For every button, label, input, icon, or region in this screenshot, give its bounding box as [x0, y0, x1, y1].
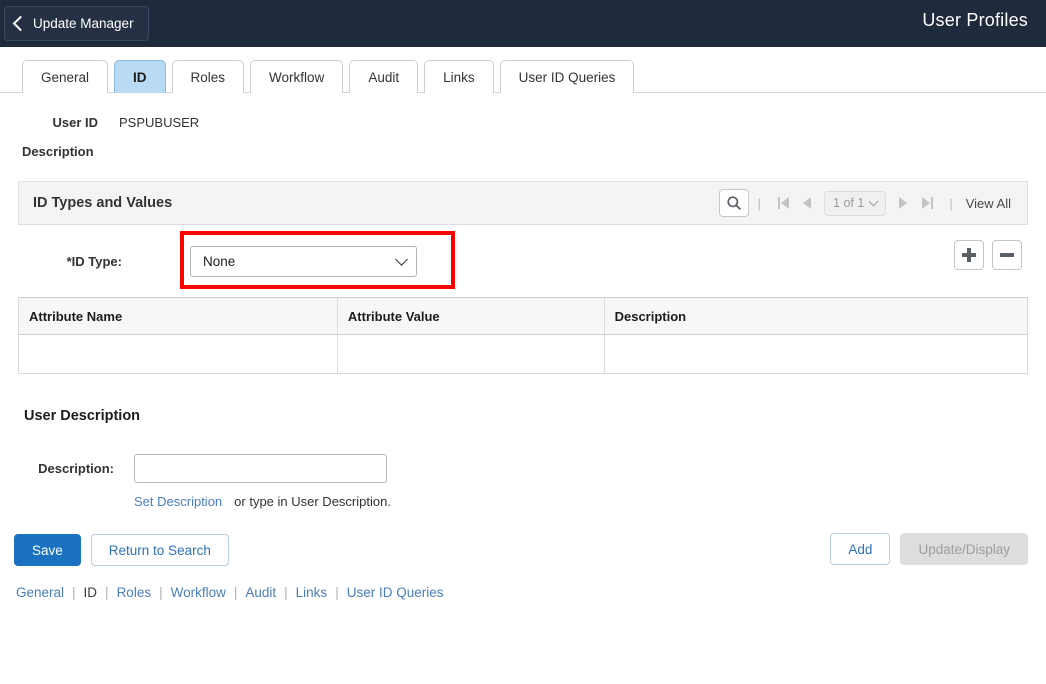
user-description-hint-text: or type in User Description.	[234, 494, 391, 509]
prev-page-icon[interactable]	[796, 192, 818, 214]
pager-separator-1: |	[757, 195, 762, 211]
cell-description[interactable]	[604, 334, 1027, 373]
page-indicator-label: 1 of 1	[833, 196, 865, 210]
user-description-section-title: User Description	[24, 408, 141, 424]
save-button[interactable]: Save	[14, 534, 81, 566]
chevron-down-icon	[395, 252, 408, 266]
tab-id[interactable]: ID	[114, 60, 166, 93]
back-to-update-manager-button[interactable]: Update Manager	[4, 6, 149, 41]
cell-attribute-value[interactable]	[337, 334, 605, 373]
tab-bar: General ID Roles Workflow Audit Links Us…	[0, 47, 1046, 93]
footer-link-links[interactable]: Links	[288, 585, 336, 600]
first-page-icon[interactable]	[770, 192, 796, 214]
table-row	[19, 334, 1027, 373]
update-display-label: Update/Display	[918, 541, 1010, 557]
back-button-label: Update Manager	[33, 16, 134, 31]
tab-roles-label: Roles	[190, 69, 226, 85]
group-title: ID Types and Values	[33, 195, 173, 211]
grid-pager: | 1 of 1 | View All	[718, 189, 1011, 217]
save-button-label: Save	[32, 542, 63, 558]
tab-workflow-label: Workflow	[269, 69, 325, 85]
footer-link-roles[interactable]: Roles	[109, 585, 160, 600]
user-description-row: Description:	[0, 454, 1046, 483]
set-description-link[interactable]: Set Description	[134, 494, 222, 509]
id-type-select[interactable]: None	[190, 245, 417, 277]
id-type-row: *ID Type: None	[18, 225, 1028, 297]
page-title: User Profiles	[922, 10, 1028, 30]
description-row: Description	[0, 144, 1046, 159]
tab-user-id-queries[interactable]: User ID Queries	[499, 60, 635, 93]
last-page-icon[interactable]	[914, 192, 940, 214]
next-page-icon[interactable]	[892, 192, 914, 214]
id-types-and-values-group: ID Types and Values | 1 of 1 | View All	[18, 181, 1028, 225]
description-label: Description	[22, 144, 94, 159]
tab-general[interactable]: General	[22, 60, 109, 93]
user-id-label: User ID	[52, 115, 98, 130]
column-header-description: Description	[604, 298, 1027, 335]
cell-attribute-name[interactable]	[19, 334, 338, 373]
return-to-search-label: Return to Search	[108, 542, 211, 558]
user-id-value: PSPUBUSER	[119, 115, 200, 130]
add-button-label: Add	[848, 541, 873, 557]
column-header-attribute-value: Attribute Value	[337, 298, 605, 335]
tab-roles[interactable]: Roles	[171, 60, 245, 93]
pager-separator-2: |	[949, 195, 953, 211]
tab-audit-label: Audit	[368, 69, 400, 85]
action-buttons-right: Add Update/Display	[830, 533, 1028, 565]
chevron-left-icon	[12, 15, 29, 31]
page-content: User ID PSPUBUSER Description ID Types a…	[0, 115, 1046, 600]
tab-audit[interactable]: Audit	[349, 60, 419, 93]
footer-link-id: ID	[83, 585, 98, 600]
add-button[interactable]: Add	[830, 533, 891, 565]
tab-general-label: General	[41, 69, 90, 85]
attributes-grid: Attribute Name Attribute Value Descripti…	[18, 297, 1028, 374]
tab-id-label: ID	[133, 69, 147, 85]
tab-links-label: Links	[443, 69, 475, 85]
app-header: Update Manager User Profiles	[0, 0, 1046, 47]
search-icon[interactable]	[718, 189, 749, 217]
tab-workflow[interactable]: Workflow	[250, 60, 344, 93]
user-description-hint-row: Set Description or type in User Descript…	[0, 494, 1046, 509]
column-header-attribute-name: Attribute Name	[19, 298, 338, 335]
return-to-search-button[interactable]: Return to Search	[90, 534, 229, 566]
plus-icon	[962, 248, 976, 262]
view-all-link[interactable]: View All	[962, 196, 1011, 211]
id-type-selected-value: None	[203, 253, 236, 269]
minus-icon	[1000, 253, 1014, 257]
user-description-input[interactable]	[134, 454, 387, 483]
page-indicator-dropdown[interactable]: 1 of 1	[824, 190, 887, 216]
footer-link-workflow[interactable]: Workflow	[163, 585, 234, 600]
footer-link-bar: General | ID | Roles | Workflow | Audit …	[0, 585, 1046, 600]
footer-link-audit[interactable]: Audit	[237, 585, 284, 600]
update-display-button: Update/Display	[900, 533, 1028, 565]
action-button-bar: Save Return to Search Add Update/Display	[0, 533, 1046, 567]
id-type-label: *ID Type:	[66, 253, 122, 269]
row-action-buttons	[954, 240, 1022, 270]
footer-link-user-id-queries[interactable]: User ID Queries	[339, 585, 452, 600]
chevron-down-icon	[868, 196, 879, 207]
user-description-label: Description:	[38, 461, 114, 476]
grid-header-row: Attribute Name Attribute Value Descripti…	[19, 298, 1027, 335]
delete-row-button[interactable]	[992, 240, 1022, 270]
footer-link-general[interactable]: General	[8, 585, 72, 600]
add-row-button[interactable]	[954, 240, 984, 270]
tab-user-id-queries-label: User ID Queries	[518, 69, 616, 85]
user-id-row: User ID PSPUBUSER	[0, 115, 1046, 130]
group-header: ID Types and Values | 1 of 1 | View All	[18, 181, 1028, 225]
tab-links[interactable]: Links	[424, 60, 494, 93]
